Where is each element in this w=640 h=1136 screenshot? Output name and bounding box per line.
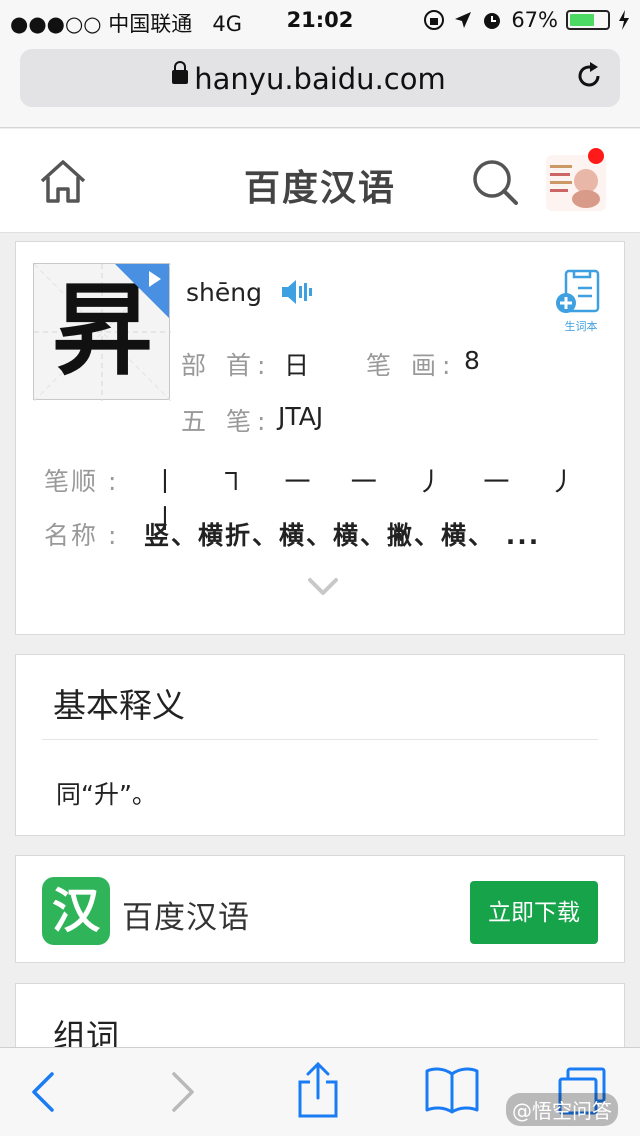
- reload-icon[interactable]: [574, 61, 604, 91]
- share-icon[interactable]: [296, 1062, 340, 1118]
- stroke-animation-box[interactable]: 昇: [33, 263, 171, 401]
- stroke-names-label: 名称 :: [44, 521, 119, 550]
- app-logo-icon: 汉: [42, 877, 110, 945]
- radical-label: 部 首:: [181, 351, 272, 380]
- rotation-lock-icon: [424, 10, 445, 30]
- bottom-toolbar: @悟空问答: [0, 1047, 640, 1136]
- location-icon: [455, 12, 472, 28]
- radical-value: 日: [284, 351, 310, 380]
- notification-dot: [588, 148, 604, 164]
- battery-icon: [566, 10, 610, 30]
- alarm-icon: [484, 13, 501, 29]
- app-name: 百度汉语: [122, 900, 250, 936]
- forward-icon[interactable]: [168, 1070, 198, 1114]
- stroke-count-row: 笔 画:: [366, 346, 456, 382]
- chevron-down-icon[interactable]: [307, 577, 339, 597]
- charging-icon: [619, 10, 629, 30]
- word-card: 昇 shēng 生词本 部 首: 日 笔 画: 8 五 笔: JTAJ 笔顺 :…: [15, 241, 625, 635]
- vocab-book-label: 生词本: [564, 320, 598, 333]
- stroke-order-label: 笔顺 :: [44, 467, 119, 496]
- download-button[interactable]: 立即下载: [470, 881, 598, 944]
- browser-toolbar: hanyu.baidu.com: [0, 40, 640, 128]
- stroke-names-value: 竖、横折、横、横、撇、横、 ...: [144, 521, 541, 550]
- vocab-book-icon: [556, 269, 600, 313]
- stroke-count-label: 笔 画:: [366, 351, 457, 380]
- wubi-value: JTAJ: [278, 402, 324, 431]
- page-title: 百度汉语: [243, 168, 396, 209]
- status-bar: ●●●○○ 中国联通 4G 21:02 67%: [0, 0, 640, 40]
- search-icon[interactable]: [470, 157, 520, 207]
- definition-heading: 基本释义: [53, 686, 185, 725]
- divider: [42, 739, 598, 740]
- site-header: 百度汉语: [0, 129, 640, 233]
- url-text: hanyu.baidu.com: [194, 62, 446, 96]
- bookmarks-icon[interactable]: [424, 1066, 480, 1114]
- radical-row: 部 首:: [181, 346, 271, 382]
- vocab-book-button[interactable]: 生词本: [556, 268, 606, 333]
- address-bar[interactable]: hanyu.baidu.com: [20, 49, 620, 107]
- back-icon[interactable]: [28, 1070, 58, 1114]
- battery-percent: 67%: [511, 8, 558, 32]
- stroke-count-value: 8: [464, 346, 480, 375]
- definition-card: 基本释义 同“升”。: [15, 654, 625, 836]
- wubi-row: 五 笔:: [181, 402, 271, 438]
- wubi-label: 五 笔:: [181, 407, 272, 436]
- app-promo-card: 汉 百度汉语 立即下载: [15, 855, 625, 963]
- definition-text: 同“升”。: [56, 780, 157, 809]
- pinyin: shēng: [186, 278, 262, 307]
- play-icon[interactable]: [149, 271, 161, 287]
- speaker-icon[interactable]: [281, 279, 313, 305]
- watermark: @悟空问答: [506, 1093, 618, 1126]
